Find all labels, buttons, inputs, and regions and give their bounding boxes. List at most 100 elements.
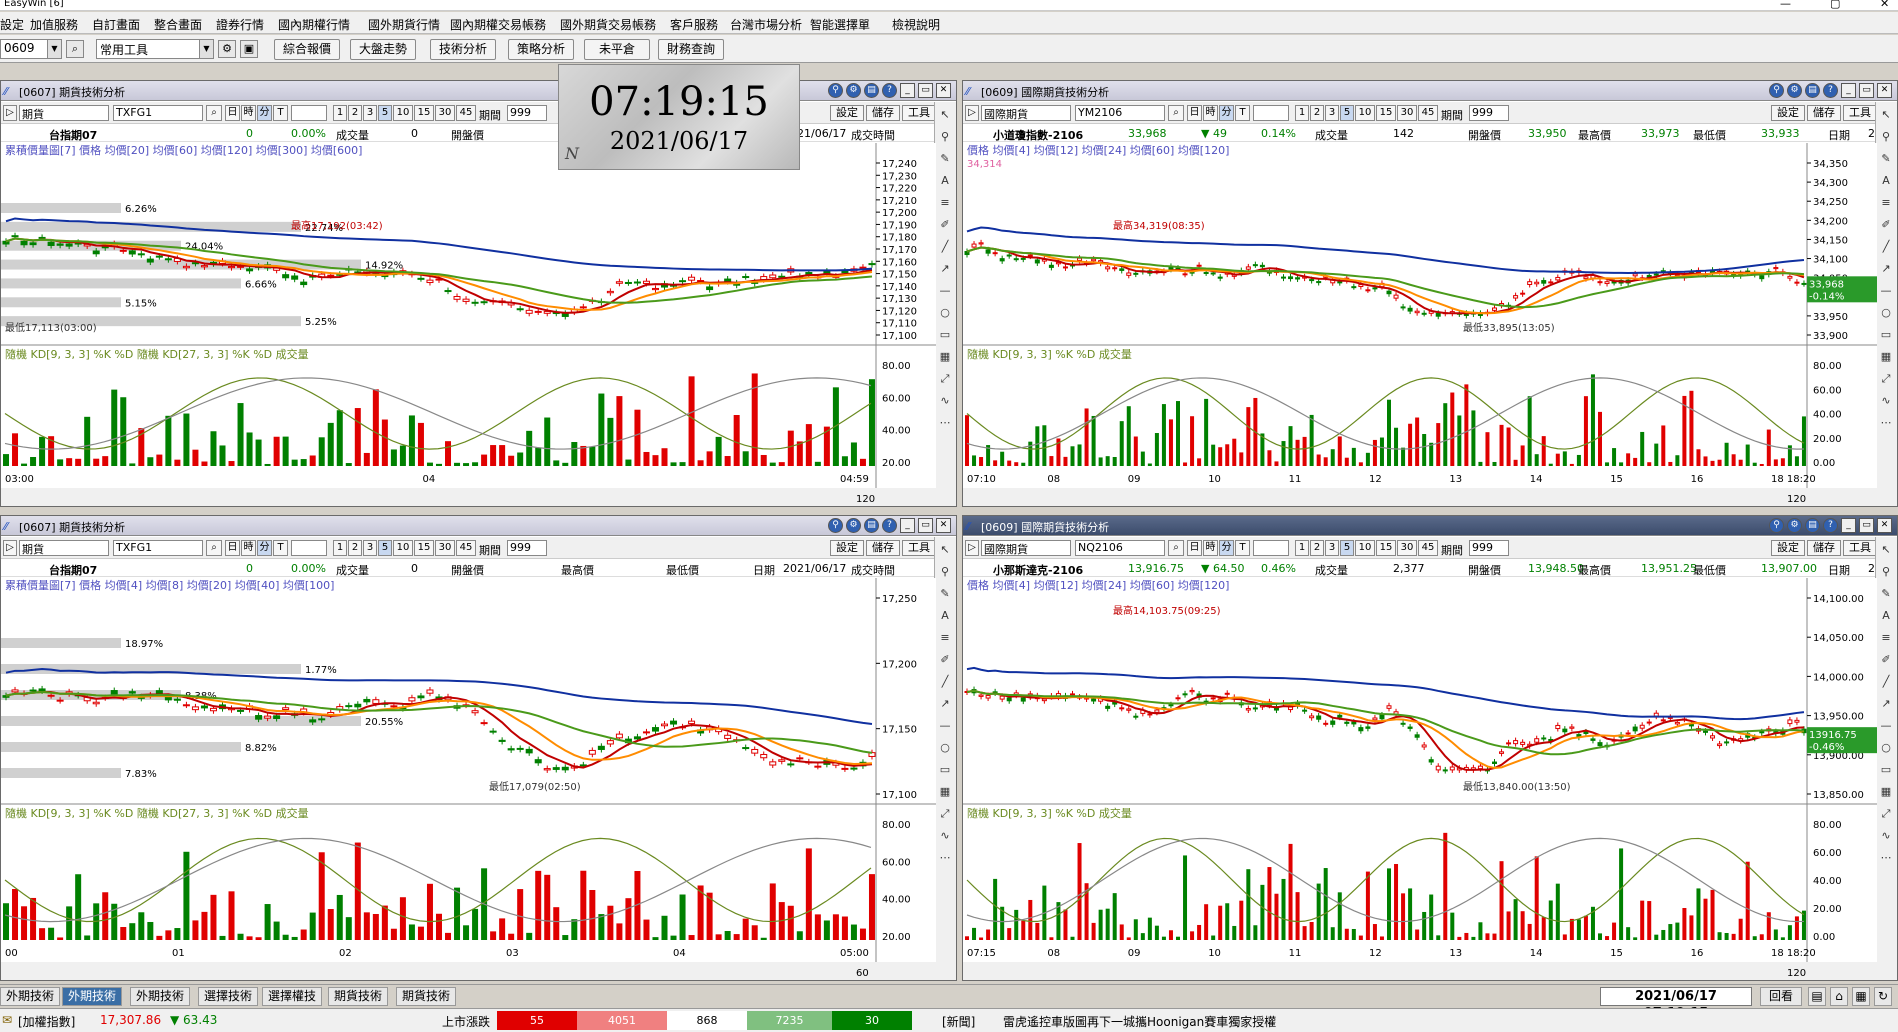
text-icon[interactable]: A — [1877, 172, 1895, 190]
interval-日[interactable]: 日 — [1187, 105, 1202, 121]
minute-3[interactable]: 3 — [1325, 105, 1339, 121]
toolbar-button-0[interactable]: 綜合報價 — [274, 39, 340, 60]
grid-icon[interactable]: ▦ — [1877, 783, 1895, 801]
toolbar-button-5[interactable]: 財務查詢 — [658, 39, 724, 60]
more-icon[interactable]: ⋯ — [1877, 414, 1895, 432]
minute-5[interactable]: 5 — [1340, 540, 1354, 556]
help-icon[interactable]: ? — [882, 83, 897, 98]
pen-icon[interactable]: ✐ — [1877, 216, 1895, 234]
maximize-icon[interactable]: ▭ — [918, 518, 933, 533]
list-icon[interactable]: ≡ — [936, 629, 954, 647]
minute-2[interactable]: 2 — [348, 105, 362, 121]
close-icon[interactable]: ✕ — [1877, 83, 1892, 98]
review-button[interactable]: 回看 — [1760, 987, 1802, 1006]
play-icon[interactable]: ▷ — [965, 540, 979, 556]
menu-item-1[interactable]: 加值服務 — [30, 16, 78, 33]
search-icon[interactable]: ⌕ — [206, 105, 222, 121]
interval-value[interactable] — [1253, 105, 1289, 121]
ray-icon[interactable]: ↗ — [936, 695, 954, 713]
tab-2[interactable]: 外期技術 — [130, 987, 190, 1006]
hline-icon[interactable]: — — [936, 717, 954, 735]
minimize-icon[interactable]: _ — [1841, 518, 1856, 533]
help-icon[interactable]: ? — [1823, 83, 1838, 98]
fib-icon[interactable]: ∿ — [1877, 827, 1895, 845]
period-input[interactable]: 999 — [1469, 540, 1509, 556]
interval-日[interactable]: 日 — [1187, 540, 1202, 556]
ray-icon[interactable]: ↗ — [1877, 695, 1895, 713]
settings-icon[interactable]: ⚙ — [846, 518, 861, 533]
maximize-icon[interactable]: ▭ — [918, 83, 933, 98]
save-button[interactable]: 儲存 — [866, 540, 900, 556]
hline-icon[interactable]: — — [1877, 282, 1895, 300]
minimize-icon[interactable]: _ — [1841, 83, 1856, 98]
minute-45[interactable]: 45 — [456, 105, 476, 121]
interval-value[interactable] — [291, 540, 327, 556]
menu-item-7[interactable]: 國內期權交易帳務 — [450, 16, 546, 33]
minute-2[interactable]: 2 — [1310, 540, 1324, 556]
eraser-icon[interactable]: ✎ — [936, 150, 954, 168]
trend-icon[interactable]: ⤢ — [936, 370, 954, 388]
minute-5[interactable]: 5 — [378, 105, 392, 121]
menu-item-10[interactable]: 台灣市場分析 — [730, 16, 802, 33]
minute-5[interactable]: 5 — [1340, 105, 1354, 121]
menu-item-6[interactable]: 國外期貨行情 — [368, 16, 440, 33]
circle-icon[interactable]: ○ — [1877, 304, 1895, 322]
interval-分[interactable]: 分 — [1219, 540, 1234, 556]
search-icon[interactable]: ⌕ — [206, 540, 222, 556]
settings-icon[interactable]: ⚙ — [1787, 518, 1802, 533]
menu-item-11[interactable]: 智能選擇單 — [810, 16, 870, 33]
hline-icon[interactable]: — — [936, 282, 954, 300]
chart-icon[interactable]: ▤ — [864, 83, 879, 98]
chart-area[interactable]: 累積價量圖[7] 價格 均價[4] 均價[8] 均價[20] 均價[40] 均價… — [1, 578, 936, 981]
more-icon[interactable]: ⋯ — [936, 849, 954, 867]
interval-時[interactable]: 時 — [1203, 105, 1218, 121]
list-icon[interactable]: ≡ — [1877, 629, 1895, 647]
layout-icon[interactable]: ▤ — [1808, 987, 1826, 1006]
minute-1[interactable]: 1 — [1295, 105, 1309, 121]
grid-icon[interactable]: ▦ — [936, 348, 954, 366]
settings-button[interactable]: 設定 — [830, 105, 864, 121]
save-button[interactable]: 儲存 — [1807, 540, 1841, 556]
minute-3[interactable]: 3 — [363, 540, 377, 556]
menu-item-4[interactable]: 證券行情 — [216, 16, 264, 33]
chart-icon[interactable]: ▤ — [1805, 518, 1820, 533]
text-icon[interactable]: A — [936, 172, 954, 190]
circle-icon[interactable]: ○ — [936, 739, 954, 757]
settings-button[interactable]: 設定 — [1771, 105, 1805, 121]
gear-icon[interactable]: ⚙ — [218, 40, 236, 58]
menu-item-8[interactable]: 國外期貨交易帳務 — [560, 16, 656, 33]
settings-icon[interactable]: ⚙ — [1787, 83, 1802, 98]
menu-item-0[interactable]: 設定 — [0, 16, 24, 33]
search-icon[interactable]: ⌕ — [1168, 105, 1184, 121]
code-select[interactable]: TXFG1 — [113, 540, 203, 556]
market-select[interactable]: 國際期貨 — [981, 540, 1071, 556]
search-icon[interactable]: ⌕ — [66, 40, 84, 58]
close-icon[interactable]: ✕ — [936, 518, 951, 533]
help-icon[interactable]: ? — [882, 518, 897, 533]
tab-6[interactable]: 期貨技術 — [396, 987, 456, 1006]
minute-15[interactable]: 15 — [1376, 540, 1396, 556]
pen-icon[interactable]: ✐ — [1877, 651, 1895, 669]
pen-icon[interactable]: ✐ — [936, 216, 954, 234]
text-icon[interactable]: A — [936, 607, 954, 625]
zoom-icon[interactable]: ⚲ — [936, 563, 954, 581]
eraser-icon[interactable]: ✎ — [1877, 585, 1895, 603]
text-icon[interactable]: A — [1877, 607, 1895, 625]
channel-icon[interactable]: ▭ — [936, 761, 954, 779]
chart-icon[interactable]: ▤ — [864, 518, 879, 533]
stock-code-combo[interactable]: 0609 ▼ — [0, 39, 62, 59]
minute-15[interactable]: 15 — [414, 540, 434, 556]
trend-icon[interactable]: ⤢ — [936, 805, 954, 823]
tab-0[interactable]: 外期技術 — [0, 987, 60, 1006]
interval-T[interactable]: T — [1235, 540, 1250, 556]
toolbar-button-4[interactable]: 未平倉 — [584, 39, 650, 60]
minimize-icon[interactable]: _ — [900, 83, 915, 98]
minute-10[interactable]: 10 — [393, 540, 413, 556]
interval-時[interactable]: 時 — [241, 540, 256, 556]
link-icon[interactable]: ⚲ — [828, 518, 843, 533]
cursor-icon[interactable]: ↖ — [936, 106, 954, 124]
close-icon[interactable]: ✕ — [936, 83, 951, 98]
chart-area[interactable]: 價格 均價[4] 均價[12] 均價[24] 均價[60] 均價[120] 隨機 … — [963, 143, 1877, 507]
cursor-icon[interactable]: ↖ — [936, 541, 954, 559]
interval-分[interactable]: 分 — [257, 540, 272, 556]
